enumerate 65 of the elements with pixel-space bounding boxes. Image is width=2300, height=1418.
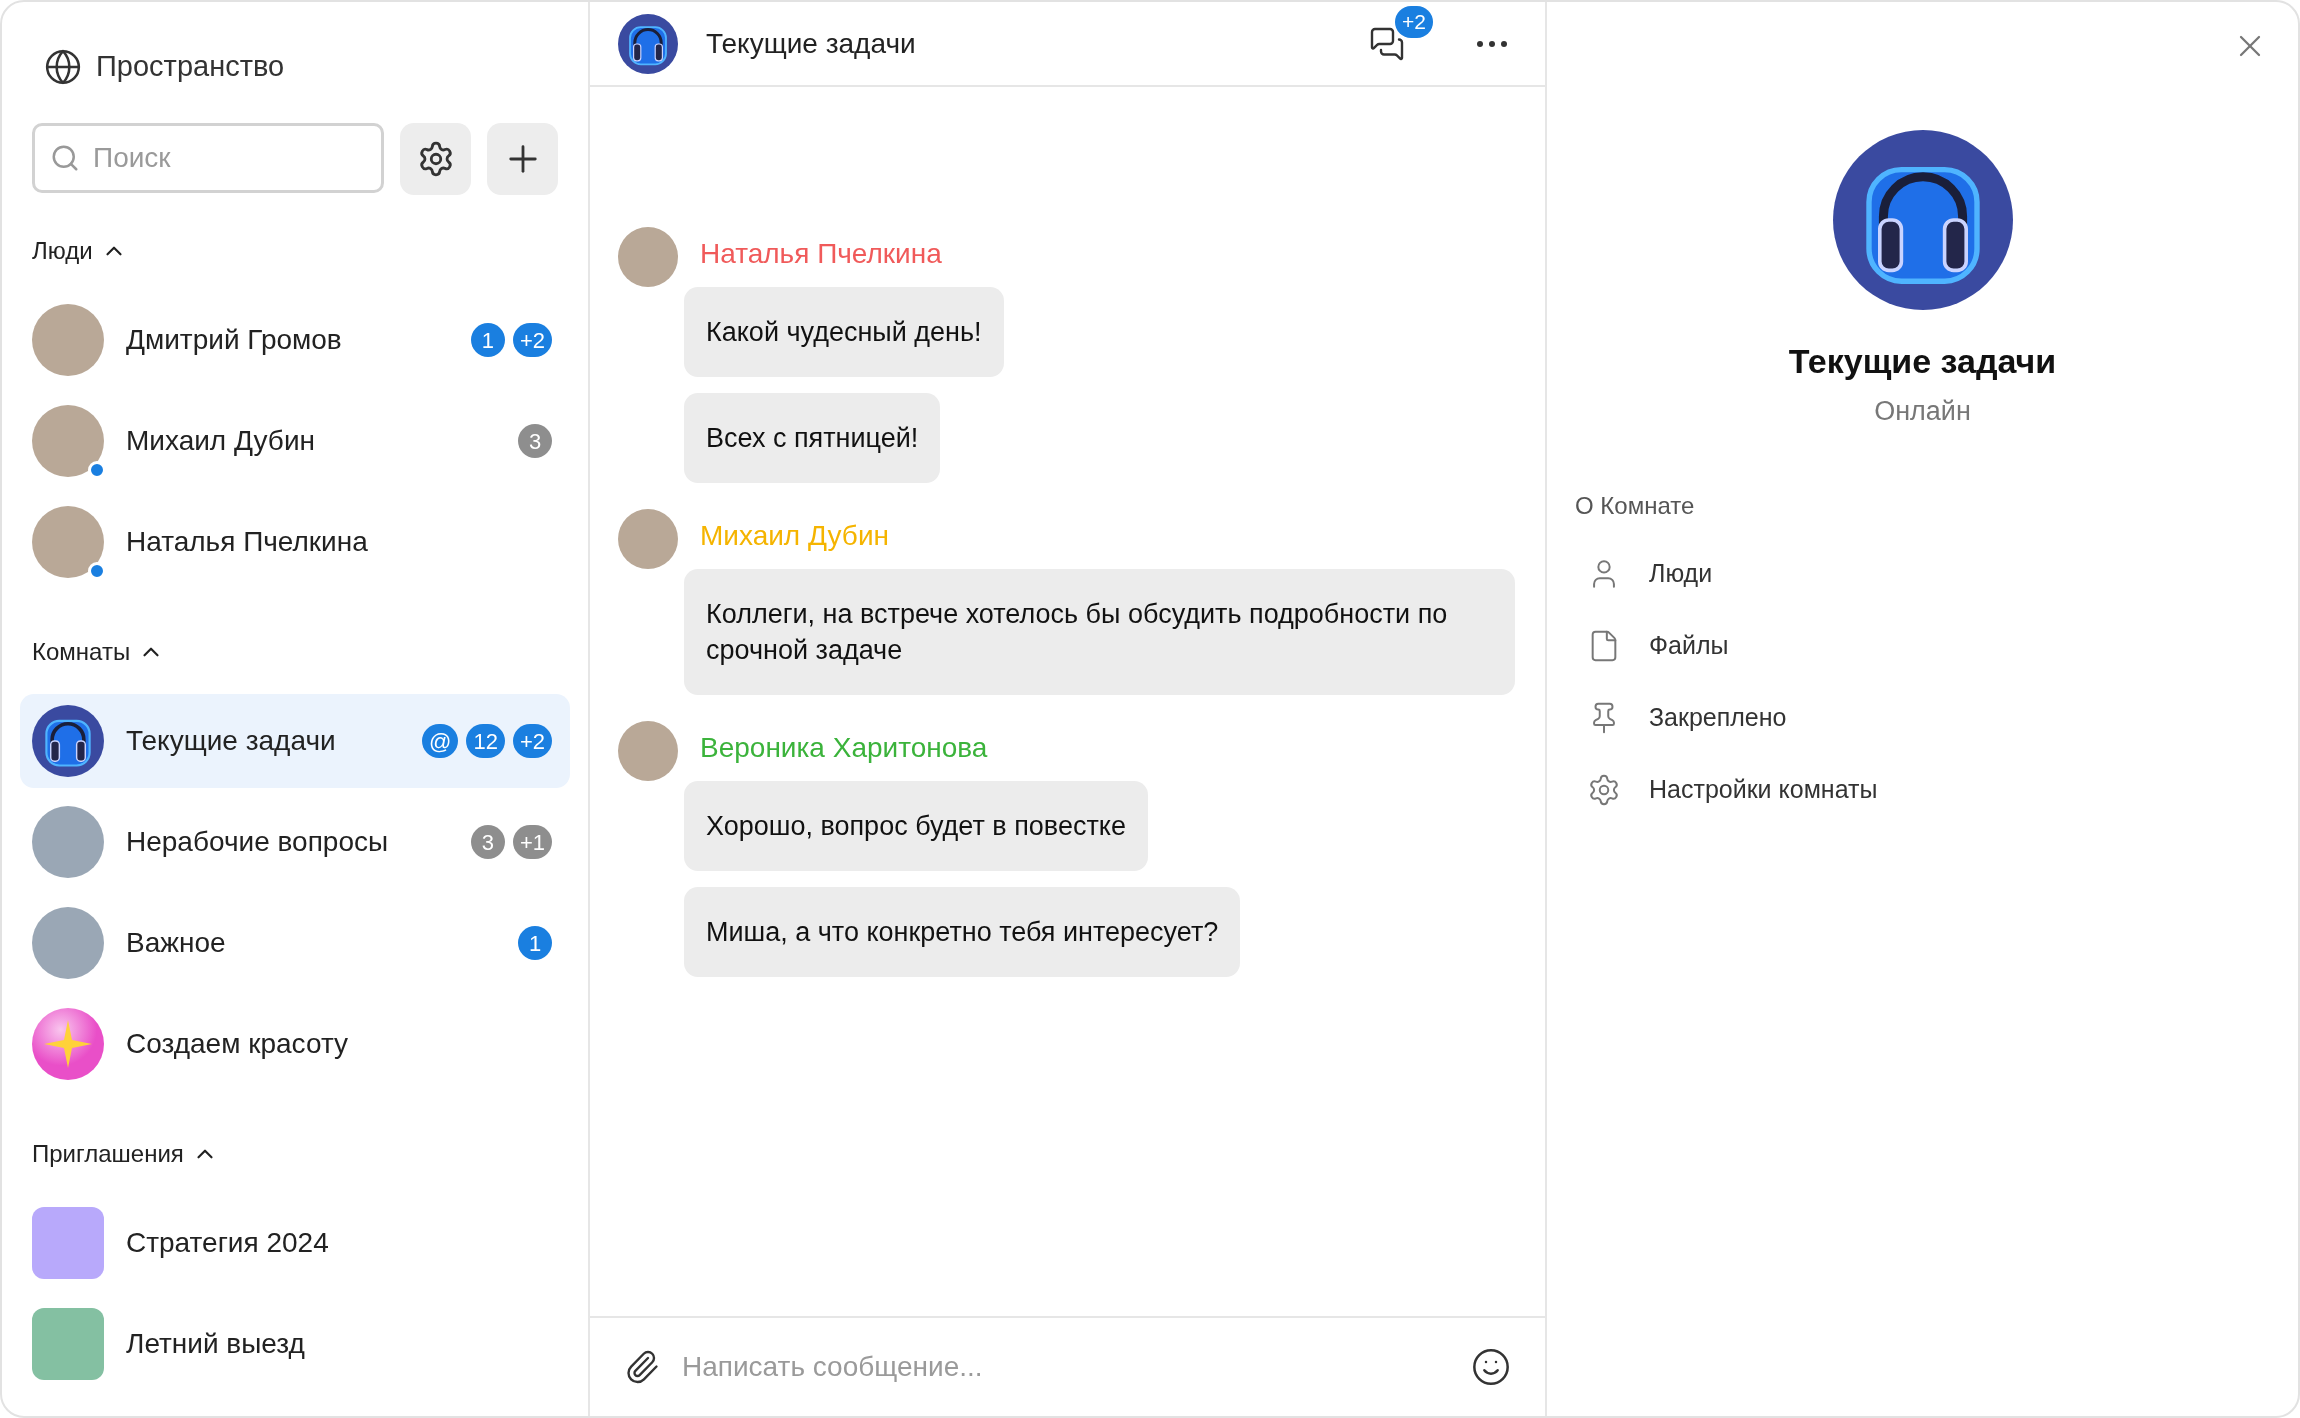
search-icon: [50, 143, 80, 173]
room-avatar: [32, 705, 104, 777]
unread-count-badge: @: [422, 724, 459, 758]
message-author: Наталья Пчелкина: [700, 237, 942, 271]
unread-count-badge: 12: [466, 724, 505, 758]
globe-icon: [44, 47, 82, 86]
unread-count-badge: +2: [512, 724, 552, 758]
sidebar-item[interactable]: Стратегия 2024: [20, 1196, 570, 1290]
item-name: Текущие задачи: [126, 724, 337, 758]
sidebar-item[interactable]: Текущие задачи @ 12 +2: [20, 694, 570, 788]
item-name: Стратегия 2024: [126, 1226, 330, 1260]
unread-count-badge: 1: [470, 323, 505, 357]
item-name: Наталья Пчелкина: [126, 525, 369, 559]
message-bubble: Коллеги, на встрече хотелось бы обсудить подробности по срочной задаче: [684, 569, 1515, 695]
chat-title: Текущие задачи: [706, 26, 917, 61]
message-input[interactable]: Написать сообщение...: [682, 1346, 1449, 1388]
details-menu-item[interactable]: Люди: [1587, 537, 1713, 610]
message-bubble: Всех с пятницей!: [684, 393, 941, 483]
avatar-placeholder: [618, 721, 678, 781]
room-title: Текущие задачи: [1788, 341, 2057, 382]
sidebar-item[interactable]: Дмитрий Громов 1 +2: [20, 293, 570, 387]
chat-bubbles-icon: [1369, 25, 1405, 62]
item-name: Важное: [126, 926, 227, 960]
unread-count-badge: 3: [470, 825, 505, 859]
emoji-icon: [1471, 1347, 1511, 1387]
item-name: Летний выезд: [126, 1327, 306, 1361]
add-button[interactable]: [487, 123, 558, 195]
avatar-placeholder: [618, 227, 678, 287]
room-avatar: [618, 13, 678, 74]
details-menu-item[interactable]: Настройки комнаты: [1587, 753, 1878, 826]
message-bubble: Хорошо, вопрос будет в повестке: [684, 781, 1148, 871]
message-author: Михаил Дубин: [700, 519, 889, 553]
sidebar-item[interactable]: Наталья Пчелкина: [20, 495, 570, 589]
unread-count-badge: +1: [512, 825, 552, 859]
sidebar-item[interactable]: Нерабочие вопросы 3 +1: [20, 795, 570, 889]
section-heading: О Комнате: [1574, 490, 1696, 521]
settings-button[interactable]: [400, 123, 472, 195]
section-toggle[interactable]: Приглашения: [2, 1134, 248, 1174]
item-name: Дмитрий Громов: [126, 323, 343, 357]
sidebar-item[interactable]: Важное 1: [20, 896, 570, 990]
space-title: Пространство: [96, 48, 285, 84]
unread-count-badge: 3: [518, 424, 552, 458]
sidebar-item[interactable]: Создаем красоту: [20, 997, 570, 1091]
threads-badge: +2: [1395, 5, 1433, 38]
message-bubble: Миша, а что конкретно тебя интересует?: [684, 887, 1241, 977]
message-bubble: Какой чудесный день!: [684, 287, 1004, 377]
item-name: Создаем красоту: [126, 1027, 350, 1061]
paperclip-icon: [624, 1349, 660, 1385]
unread-count-badge: 1: [518, 926, 552, 960]
room-status: Онлайн: [1874, 395, 1971, 428]
details-menu-item[interactable]: Файлы: [1587, 609, 1729, 682]
message-author: Вероника Харитонова: [700, 731, 988, 765]
settings-icon: [1587, 772, 1621, 807]
item-name: Михаил Дубин: [126, 424, 316, 458]
avatar-placeholder: [618, 509, 678, 569]
section-toggle[interactable]: Люди: [2, 231, 157, 271]
star-avatar: [32, 1008, 104, 1080]
search-field[interactable]: Поиск: [32, 123, 385, 193]
item-name: Нерабочие вопросы: [126, 825, 390, 859]
details-menu-item[interactable]: Закреплено: [1587, 681, 1787, 754]
section-toggle[interactable]: Комнаты: [2, 632, 195, 672]
unread-count-badge: +2: [512, 323, 552, 357]
sidebar-item[interactable]: Михаил Дубин 3: [20, 394, 570, 488]
sidebar-item[interactable]: Летний выезд: [20, 1297, 570, 1391]
more-icon: [1477, 40, 1507, 47]
